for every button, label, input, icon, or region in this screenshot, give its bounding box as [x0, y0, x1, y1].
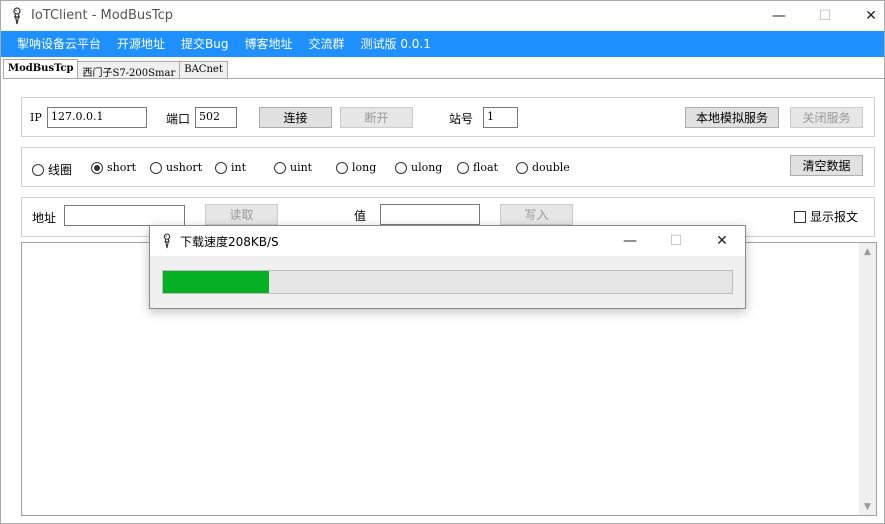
radio-uint[interactable]: uint [274, 161, 312, 174]
menu-item-cloud-platform[interactable]: 掣呐设备云平台 [9, 31, 109, 57]
value-label: 值 [354, 209, 367, 223]
tab-strip: ModBusTcp 西门子S7-200Smar BACnet [3, 59, 228, 79]
menu-item-version[interactable]: 测试版 0.0.1 [353, 31, 439, 57]
close-service-button[interactable]: 关闭服务 [790, 107, 863, 128]
show-packet-checkbox[interactable]: 显示报文 [793, 208, 858, 225]
station-input[interactable]: 1 [483, 107, 518, 128]
show-packet-label: 显示报文 [809, 210, 858, 224]
radio-coil[interactable]: 线圈 [32, 161, 72, 178]
radio-ushort[interactable]: ushort [150, 161, 202, 174]
radio-ulong-label: ulong [411, 161, 443, 174]
download-progress-bar [162, 270, 733, 294]
address-input[interactable] [64, 205, 185, 226]
radio-double-circle[interactable] [516, 161, 528, 174]
vertical-scrollbar[interactable]: ▲ ▼ [859, 243, 876, 515]
app-icon [13, 7, 21, 25]
tab-bacnet[interactable]: BACnet [179, 61, 228, 79]
radio-short-label: short [107, 161, 137, 174]
value-input[interactable] [380, 204, 480, 225]
dialog-title: 下载速度208KB/S [180, 235, 279, 249]
datatype-panel: 线圈 short ushort int uint long ulong floa… [21, 147, 875, 187]
radio-ulong[interactable]: ulong [395, 161, 442, 174]
port-input[interactable]: 502 [195, 107, 237, 128]
scroll-down-arrow-icon[interactable]: ▼ [859, 498, 876, 515]
radio-double-label: double [532, 161, 570, 174]
maximize-button[interactable]: ☐ [802, 1, 848, 31]
radio-short[interactable]: short [91, 161, 136, 174]
radio-ulong-circle[interactable] [395, 161, 407, 174]
dialog-title-bar[interactable]: 下载速度208KB/S — ☐ ✕ [150, 226, 745, 256]
radio-long-label: long [352, 161, 377, 174]
main-window: IoTClient - ModBusTcp — ☐ ✕ 掣呐设备云平台 开源地址… [0, 0, 885, 524]
radio-int-circle[interactable] [215, 161, 227, 174]
read-button[interactable]: 读取 [205, 204, 278, 225]
radio-long-circle[interactable] [336, 161, 348, 174]
radio-coil-label: 线圈 [48, 163, 73, 177]
radio-coil-circle[interactable] [32, 163, 44, 176]
radio-float-label: float [473, 161, 498, 174]
radio-ushort-circle[interactable] [150, 161, 162, 174]
connect-button[interactable]: 连接 [259, 107, 332, 128]
dialog-minimize-button[interactable]: — [607, 226, 653, 256]
dialog-close-button[interactable]: ✕ [699, 226, 745, 256]
scroll-up-arrow-icon[interactable]: ▲ [859, 243, 876, 260]
ip-input[interactable]: 127.0.0.1 [47, 107, 147, 128]
radio-long[interactable]: long [336, 161, 376, 174]
progress-fill [163, 271, 270, 293]
tab-divider [3, 78, 884, 79]
tab-siemens-s7[interactable]: 西门子S7-200Smar [77, 61, 181, 79]
menu-item-blog[interactable]: 博客地址 [237, 31, 301, 57]
title-bar[interactable]: IoTClient - ModBusTcp — ☐ ✕ [1, 1, 884, 31]
radio-int[interactable]: int [215, 161, 246, 174]
radio-double[interactable]: double [516, 161, 570, 174]
radio-int-label: int [231, 161, 247, 174]
download-progress-dialog: 下载速度208KB/S — ☐ ✕ [149, 225, 746, 309]
menu-bar: 掣呐设备云平台 开源地址 提交Bug 博客地址 交流群 测试版 0.0.1 [1, 31, 884, 57]
local-sim-service-button[interactable]: 本地模拟服务 [685, 107, 779, 128]
port-label: 端口 [166, 112, 191, 126]
disconnect-button[interactable]: 断开 [340, 107, 413, 128]
radio-short-circle[interactable] [91, 161, 103, 174]
station-label: 站号 [449, 112, 474, 126]
radio-uint-circle[interactable] [274, 161, 286, 174]
radio-float[interactable]: float [457, 161, 498, 174]
radio-ushort-label: ushort [166, 161, 203, 174]
ip-label: IP [30, 111, 42, 124]
write-button[interactable]: 写入 [500, 204, 573, 225]
radio-uint-label: uint [290, 161, 313, 174]
minimize-button[interactable]: — [756, 1, 802, 31]
menu-item-submit-bug[interactable]: 提交Bug [173, 31, 236, 57]
menu-item-source[interactable]: 开源地址 [109, 31, 173, 57]
tab-modbustcp[interactable]: ModBusTcp [3, 59, 79, 79]
radio-float-circle[interactable] [457, 161, 469, 174]
address-label: 地址 [32, 211, 57, 225]
close-button[interactable]: ✕ [848, 1, 884, 31]
menu-item-group[interactable]: 交流群 [301, 31, 353, 57]
dialog-app-icon [163, 233, 171, 249]
connection-panel: IP 127.0.0.1 端口 502 连接 断开 站号 1 本地模拟服务 关闭… [21, 97, 875, 137]
clear-data-button[interactable]: 清空数据 [790, 155, 863, 176]
show-packet-check-box[interactable] [793, 210, 806, 223]
window-title: IoTClient - ModBusTcp [31, 8, 174, 23]
dialog-maximize-button[interactable]: ☐ [653, 226, 699, 256]
